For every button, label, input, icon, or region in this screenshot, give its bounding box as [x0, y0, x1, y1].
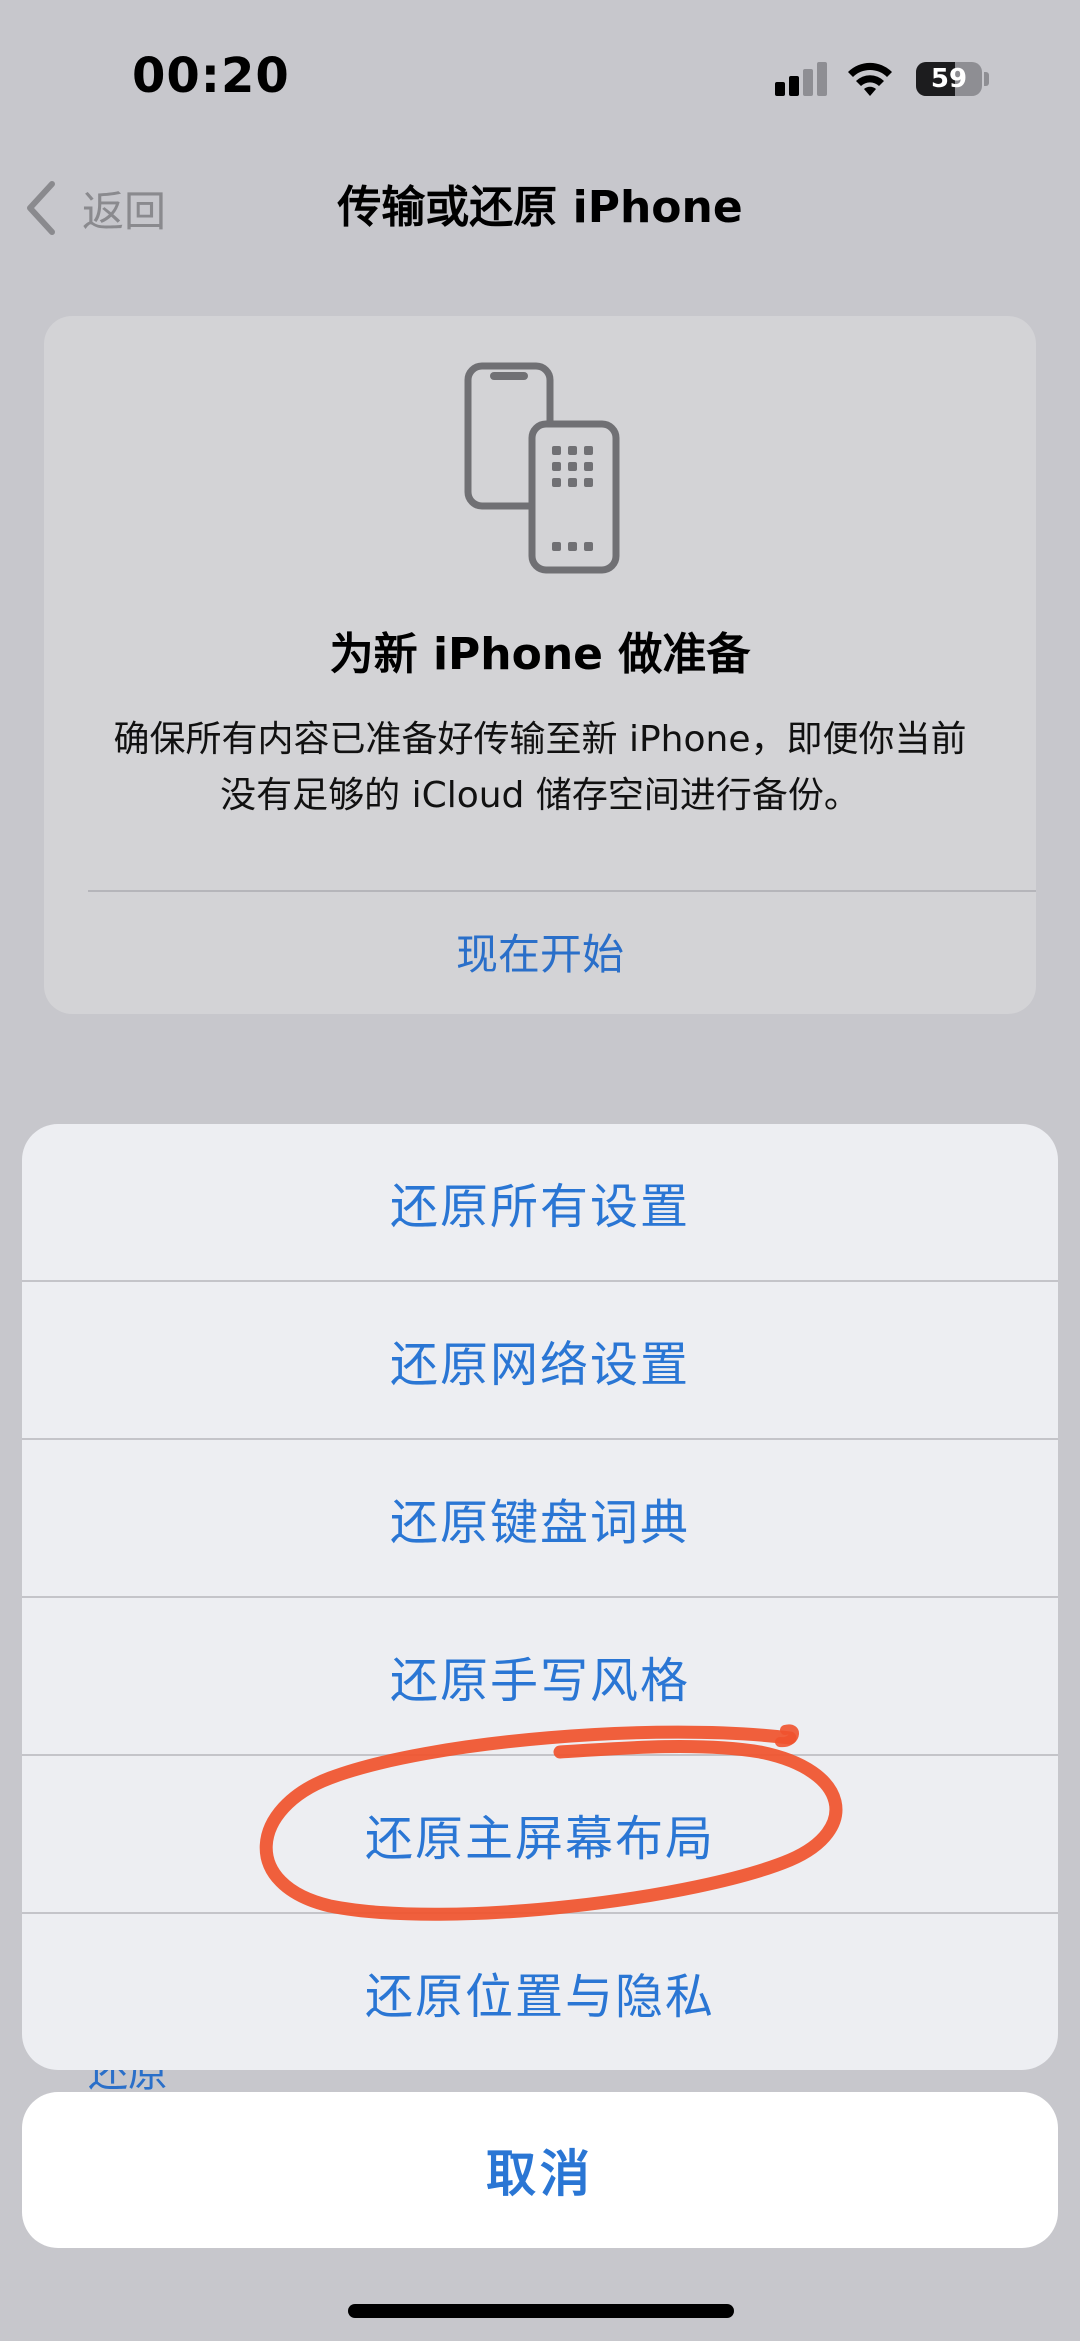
status-time: 00:20 — [132, 48, 290, 104]
card-description: 确保所有内容已准备好传输至新 iPhone，即便你当前没有足够的 iCloud … — [113, 719, 967, 816]
battery-icon: 59 — [916, 62, 982, 96]
back-label: 返回 — [82, 186, 167, 236]
chevron-left-icon — [27, 181, 55, 235]
divider — [88, 890, 1036, 892]
reset-keyboard-dictionary-option[interactable]: 还原键盘词典 — [22, 1438, 1058, 1596]
battery-percent: 59 — [930, 64, 968, 94]
battery-cap — [984, 72, 989, 86]
reset-all-settings-option[interactable]: 还原所有设置 — [22, 1124, 1058, 1280]
cellular-signal-icon — [775, 62, 829, 96]
reset-action-sheet: 还原所有设置 还原网络设置 还原键盘词典 还原手写风格 还原主屏幕布局 还原位置… — [22, 1124, 1058, 2070]
page-title: 传输或还原 iPhone — [337, 182, 743, 233]
back-button[interactable]: 返回 — [22, 178, 166, 238]
wifi-icon — [848, 62, 892, 96]
cancel-button[interactable]: 取消 — [22, 2092, 1058, 2248]
home-indicator — [348, 2304, 734, 2318]
reset-location-privacy-option[interactable]: 还原位置与隐私 — [22, 1912, 1058, 2070]
reset-home-screen-layout-option[interactable]: 还原主屏幕布局 — [22, 1754, 1058, 1912]
get-started-button[interactable]: 现在开始 — [44, 922, 1036, 988]
reset-handwriting-option[interactable]: 还原手写风格 — [22, 1596, 1058, 1754]
reset-network-settings-option[interactable]: 还原网络设置 — [22, 1280, 1058, 1438]
iphone-transfer-icon — [464, 362, 620, 574]
card-title: 为新 iPhone 做准备 — [329, 629, 751, 680]
